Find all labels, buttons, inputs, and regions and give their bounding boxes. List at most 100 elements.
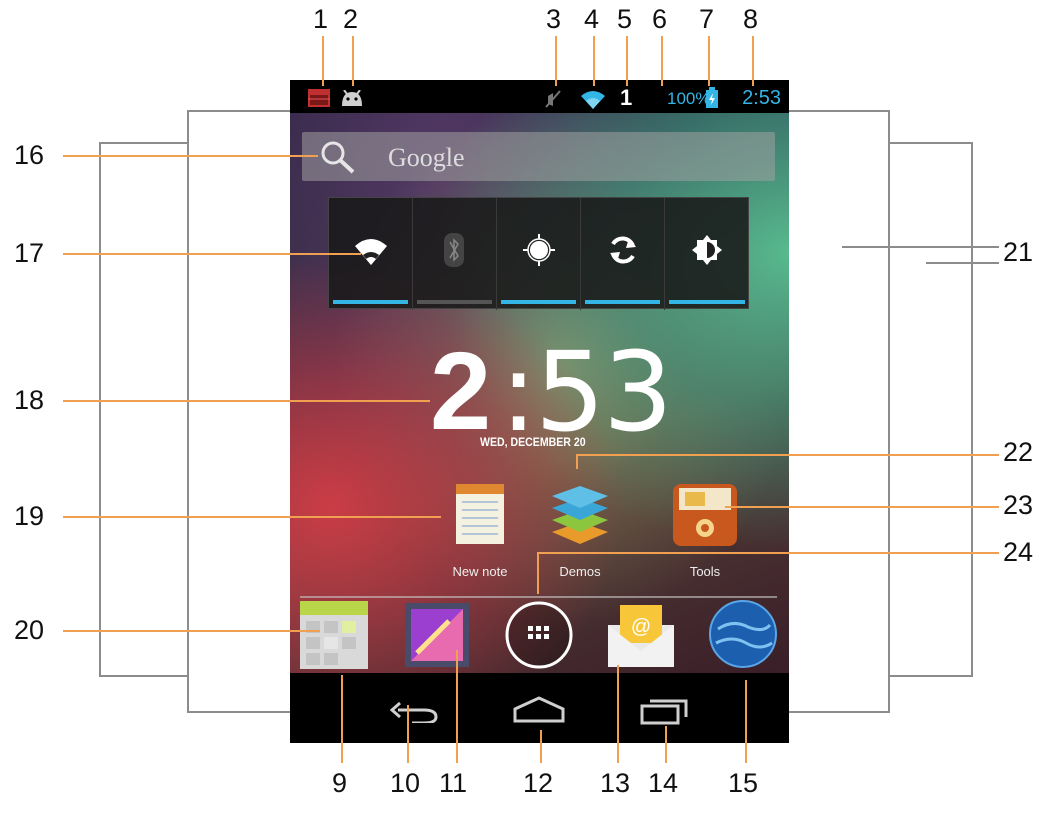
search-icon — [321, 141, 355, 174]
leader-8 — [752, 36, 754, 86]
callout-2: 2 — [343, 4, 359, 34]
leader-4 — [593, 36, 595, 86]
callout-21: 21 — [1003, 237, 1034, 267]
app-new-note[interactable]: New note — [430, 478, 530, 579]
callout-18: 18 — [14, 385, 45, 415]
leader-16 — [63, 155, 318, 157]
leader-22-vertical — [576, 454, 578, 469]
callout-4: 4 — [584, 4, 600, 34]
callout-14: 14 — [648, 768, 679, 798]
svg-text:@: @ — [631, 616, 651, 638]
leader-6 — [661, 36, 663, 86]
email-icon[interactable]: @ — [606, 599, 676, 669]
wifi-toggle-indicator — [333, 300, 408, 304]
leader-7 — [708, 36, 710, 86]
brightness-icon — [692, 235, 722, 265]
leader-21b — [926, 262, 999, 264]
leader-17 — [63, 253, 361, 255]
callout-16: 16 — [14, 140, 45, 170]
app-tools[interactable]: Tools — [655, 478, 755, 579]
search-placeholder: Google — [388, 143, 465, 172]
gps-icon — [523, 234, 555, 266]
callout-3: 3 — [546, 4, 562, 34]
android-debug-icon — [342, 90, 362, 106]
callout-5: 5 — [617, 4, 633, 34]
leader-1 — [322, 36, 324, 86]
power-control-widget — [328, 197, 749, 310]
callout-9: 9 — [332, 768, 348, 798]
gps-toggle-indicator — [501, 300, 576, 304]
brightness-toggle-indicator — [669, 300, 745, 304]
app-label-demos: Demos — [559, 564, 601, 579]
status-time: 2:53 — [742, 87, 781, 109]
mute-icon — [545, 90, 561, 108]
sync-icon — [610, 236, 636, 264]
notification-calendar-icon — [308, 89, 330, 107]
leader-11 — [456, 650, 458, 763]
bluetooth-toggle-indicator — [417, 300, 492, 304]
leader-19 — [63, 516, 441, 518]
battery-charging-icon — [706, 87, 718, 108]
clock-hour: 2 — [430, 330, 492, 453]
app-demos[interactable]: Demos — [530, 478, 630, 579]
leader-10 — [407, 705, 409, 763]
callout-19: 19 — [14, 501, 45, 531]
wifi-icon — [581, 91, 605, 109]
calendar-icon[interactable] — [300, 601, 368, 669]
app-label-new-note: New note — [452, 564, 508, 579]
callout-17: 17 — [14, 238, 45, 268]
leader-14 — [665, 726, 667, 763]
back-icon[interactable] — [390, 697, 440, 723]
toolbox-icon — [673, 484, 737, 546]
app-drawer-icon[interactable] — [504, 600, 574, 670]
bluetooth-toggle[interactable] — [413, 198, 497, 310]
callout-24: 24 — [1003, 537, 1034, 567]
recent-apps-icon[interactable] — [640, 695, 690, 725]
leader-18 — [63, 400, 430, 402]
callout-23: 23 — [1003, 490, 1034, 520]
clock-minutes: :53 — [500, 328, 673, 456]
brightness-toggle[interactable] — [665, 198, 749, 310]
battery-percent: 100% — [667, 89, 711, 108]
leader-24-vertical — [537, 552, 539, 594]
status-bar[interactable]: 1 100% 2:53 — [290, 80, 789, 113]
callout-6: 6 — [652, 4, 668, 34]
callout-1: 1 — [313, 4, 329, 34]
callout-10: 10 — [390, 768, 421, 798]
layers-icon — [552, 486, 608, 544]
leader-21a — [842, 246, 999, 248]
signal-count: 1 — [620, 85, 633, 110]
home-icon[interactable] — [512, 695, 566, 723]
leader-9 — [341, 675, 343, 763]
leader-20 — [63, 630, 320, 632]
callout-13: 13 — [600, 768, 631, 798]
gallery-icon[interactable] — [403, 601, 471, 669]
callout-7: 7 — [699, 4, 715, 34]
phone-screen: 1 100% 2:53 Google 2:53 WED, DECEMBER 2… — [290, 80, 789, 743]
google-search-bar[interactable]: Google — [302, 132, 775, 181]
sync-toggle[interactable] — [581, 198, 665, 310]
dock-divider — [300, 596, 777, 598]
notepad-icon — [456, 484, 504, 544]
leader-23 — [725, 506, 999, 508]
clock-date: WED, DECEMBER 20 — [480, 435, 586, 449]
leader-22 — [576, 454, 999, 456]
browser-globe-icon[interactable] — [708, 599, 778, 669]
bluetooth-icon — [444, 233, 464, 267]
callout-22: 22 — [1003, 437, 1034, 467]
leader-5 — [626, 36, 628, 86]
leader-12 — [540, 730, 542, 763]
leader-2 — [352, 36, 354, 86]
sync-toggle-indicator — [585, 300, 660, 304]
gps-toggle[interactable] — [497, 198, 581, 310]
leader-24 — [537, 552, 999, 554]
leader-13 — [617, 665, 619, 763]
callout-11: 11 — [439, 768, 468, 798]
callout-15: 15 — [728, 768, 759, 798]
app-label-tools: Tools — [689, 564, 721, 579]
callout-20: 20 — [14, 615, 45, 645]
leader-15 — [745, 680, 747, 763]
leader-3 — [555, 36, 557, 86]
callout-8: 8 — [743, 4, 759, 34]
callout-12: 12 — [523, 768, 554, 798]
